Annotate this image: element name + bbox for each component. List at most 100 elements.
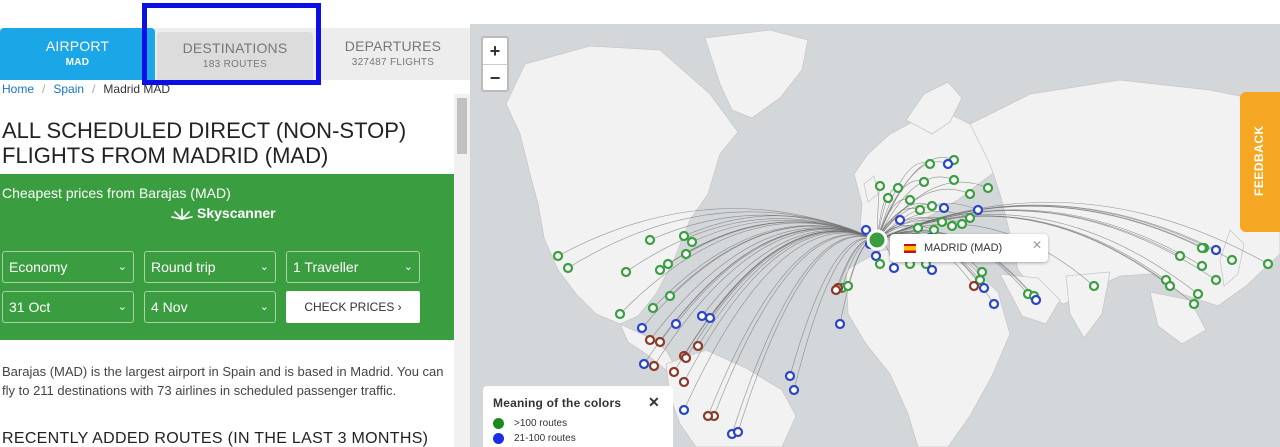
destination-marker[interactable] bbox=[670, 318, 682, 330]
destination-marker[interactable] bbox=[964, 212, 976, 224]
destination-marker[interactable] bbox=[692, 340, 704, 352]
check-prices-button[interactable]: CHECK PRICES › bbox=[286, 291, 420, 323]
destination-marker[interactable] bbox=[1262, 258, 1274, 270]
destination-marker[interactable] bbox=[892, 182, 904, 194]
destination-marker[interactable] bbox=[830, 284, 842, 296]
destination-marker[interactable] bbox=[1088, 280, 1100, 292]
destination-marker[interactable] bbox=[678, 376, 690, 388]
destination-marker[interactable] bbox=[680, 248, 692, 260]
destination-marker[interactable] bbox=[882, 192, 894, 204]
zoom-control: + − bbox=[481, 36, 509, 92]
close-icon[interactable]: ✕ bbox=[1032, 231, 1042, 259]
destination-marker[interactable] bbox=[1164, 280, 1176, 292]
scrollbar-thumb[interactable] bbox=[457, 98, 467, 154]
destination-marker[interactable] bbox=[788, 384, 800, 396]
trip-type-select[interactable]: Round trip ⌄ bbox=[144, 251, 276, 283]
destination-marker[interactable] bbox=[968, 280, 980, 292]
depart-date-value: 31 Oct bbox=[9, 299, 51, 315]
destination-marker[interactable] bbox=[988, 298, 1000, 310]
destination-marker[interactable] bbox=[654, 336, 666, 348]
destination-marker[interactable] bbox=[982, 182, 994, 194]
destination-marker[interactable] bbox=[784, 370, 796, 382]
breadcrumb-country[interactable]: Spain bbox=[53, 82, 84, 96]
feedback-button[interactable]: FEEDBACK bbox=[1240, 92, 1280, 232]
destination-marker[interactable] bbox=[638, 358, 650, 370]
destination-marker[interactable] bbox=[926, 200, 938, 212]
destination-marker[interactable] bbox=[678, 404, 690, 416]
world-map[interactable] bbox=[470, 24, 1280, 447]
destination-marker[interactable] bbox=[644, 234, 656, 246]
destination-marker[interactable] bbox=[696, 310, 708, 322]
cabin-select[interactable]: Economy ⌄ bbox=[2, 251, 134, 283]
destination-marker[interactable] bbox=[936, 216, 948, 228]
destination-marker[interactable] bbox=[704, 312, 716, 324]
destination-marker[interactable] bbox=[912, 222, 924, 234]
destination-marker[interactable] bbox=[956, 218, 968, 230]
destination-marker[interactable] bbox=[888, 262, 900, 274]
destination-marker[interactable] bbox=[834, 318, 846, 330]
destination-marker[interactable] bbox=[1188, 298, 1200, 310]
close-icon[interactable]: ✕ bbox=[648, 394, 660, 411]
zoom-in-button[interactable]: + bbox=[483, 38, 507, 65]
destination-marker[interactable] bbox=[928, 224, 940, 236]
destination-marker[interactable] bbox=[842, 280, 854, 292]
destination-marker[interactable] bbox=[648, 360, 660, 372]
destination-marker[interactable] bbox=[1210, 244, 1222, 256]
destination-marker[interactable] bbox=[874, 258, 886, 270]
chevron-down-icon: ⌄ bbox=[117, 301, 127, 313]
destination-marker[interactable] bbox=[874, 180, 886, 192]
breadcrumb-home[interactable]: Home bbox=[2, 82, 34, 96]
destination-marker[interactable] bbox=[924, 158, 936, 170]
zoom-out-button[interactable]: − bbox=[483, 65, 507, 91]
destination-marker[interactable] bbox=[552, 250, 564, 262]
destination-marker[interactable] bbox=[976, 266, 988, 278]
destination-marker[interactable] bbox=[680, 352, 692, 364]
destination-marker[interactable] bbox=[668, 366, 680, 378]
destination-marker[interactable] bbox=[918, 176, 930, 188]
madrid-hub-marker[interactable] bbox=[866, 229, 888, 251]
destination-marker[interactable] bbox=[1030, 294, 1042, 306]
destination-marker[interactable] bbox=[686, 236, 698, 248]
destination-marker[interactable] bbox=[904, 194, 916, 206]
tab-departures[interactable]: DEPARTURES 327487 FLIGHTS bbox=[316, 28, 470, 80]
destination-marker[interactable] bbox=[732, 426, 744, 438]
destination-marker[interactable] bbox=[978, 282, 990, 294]
destination-marker[interactable] bbox=[664, 290, 676, 302]
destination-marker[interactable] bbox=[972, 204, 984, 216]
destination-marker[interactable] bbox=[894, 214, 906, 226]
destination-marker[interactable] bbox=[647, 302, 659, 314]
legend-item-label: >100 routes bbox=[514, 418, 568, 429]
tab-airport[interactable]: AIRPORT MAD bbox=[0, 28, 155, 80]
destination-marker[interactable] bbox=[942, 158, 954, 170]
destination-marker[interactable] bbox=[702, 410, 714, 422]
destination-marker[interactable] bbox=[914, 204, 926, 216]
route-map[interactable]: + − bbox=[470, 24, 1280, 447]
return-date-select[interactable]: 4 Nov ⌄ bbox=[144, 291, 276, 323]
destination-marker[interactable] bbox=[678, 230, 690, 242]
destination-marker[interactable] bbox=[860, 224, 872, 236]
destination-marker[interactable] bbox=[926, 264, 938, 276]
destination-marker[interactable] bbox=[1210, 274, 1222, 286]
destination-marker[interactable] bbox=[1196, 260, 1208, 272]
destination-marker[interactable] bbox=[1226, 254, 1238, 266]
destination-marker[interactable] bbox=[654, 264, 666, 276]
destination-marker[interactable] bbox=[1196, 242, 1208, 254]
destination-marker[interactable] bbox=[946, 220, 958, 232]
destination-marker[interactable] bbox=[644, 334, 656, 346]
chevron-down-icon: ⌄ bbox=[259, 261, 269, 273]
destination-marker[interactable] bbox=[614, 308, 626, 320]
destination-marker[interactable] bbox=[1174, 250, 1186, 262]
destination-marker[interactable] bbox=[938, 202, 950, 214]
destination-marker[interactable] bbox=[620, 266, 632, 278]
depart-date-select[interactable]: 31 Oct ⌄ bbox=[2, 291, 134, 323]
destination-marker[interactable] bbox=[948, 174, 960, 186]
travellers-select[interactable]: 1 Traveller ⌄ bbox=[286, 251, 420, 283]
destination-marker[interactable] bbox=[662, 258, 674, 270]
scrollbar[interactable] bbox=[454, 94, 470, 447]
destination-marker[interactable] bbox=[870, 250, 882, 262]
destination-marker[interactable] bbox=[562, 262, 574, 274]
destination-marker[interactable] bbox=[636, 322, 648, 334]
destination-marker[interactable] bbox=[964, 188, 976, 200]
legend-item: >100 routes bbox=[493, 418, 567, 429]
destination-marker[interactable] bbox=[1192, 288, 1204, 300]
